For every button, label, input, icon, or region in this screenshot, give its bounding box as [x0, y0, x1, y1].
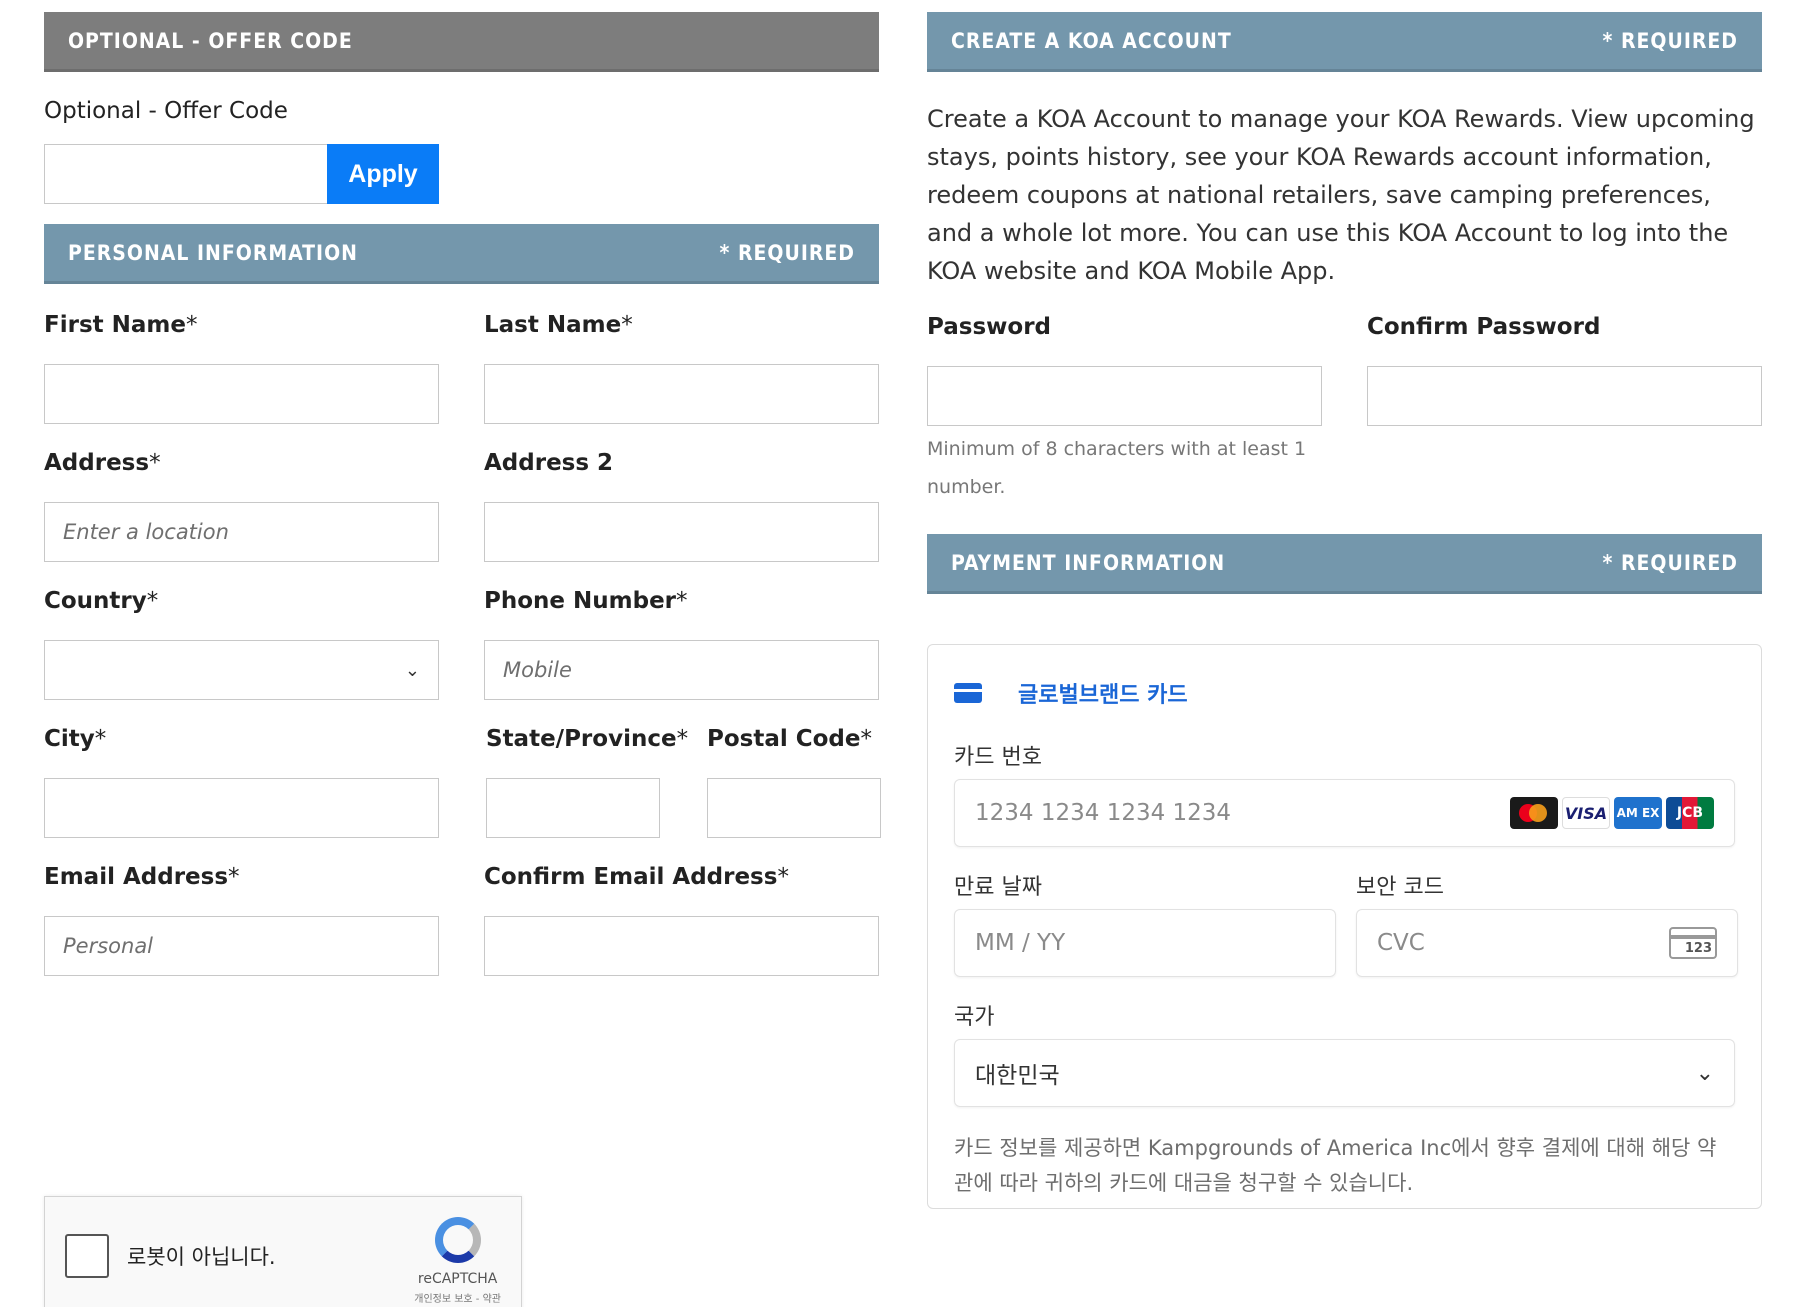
right-column: CREATE A KOA ACCOUNT * REQUIRED Create a…	[927, 12, 1762, 1209]
password-input[interactable]	[927, 366, 1322, 426]
email-field: Email Address* Personal	[44, 864, 439, 976]
recaptcha-label: 로봇이 아닙니다.	[127, 1245, 276, 1269]
card-number-label: 카드 번호	[954, 745, 1042, 770]
phone-field: Phone Number* Mobile	[484, 588, 879, 700]
recaptcha-terms-link[interactable]: 개인정보 보호 - 약관	[414, 1290, 501, 1305]
state-label: State/Province*	[486, 726, 689, 752]
address2-field: Address 2	[484, 450, 879, 562]
postal-input[interactable]	[707, 778, 881, 838]
confirm-email-label: Confirm Email Address*	[484, 864, 789, 890]
confirm-password-field: Confirm Password	[1367, 314, 1762, 506]
cvc-input[interactable]: CVC 123	[1356, 909, 1738, 977]
confirm-email-field: Confirm Email Address*	[484, 864, 879, 976]
password-field: Password Minimum of 8 characters with at…	[927, 314, 1322, 506]
phone-input[interactable]: Mobile	[484, 640, 879, 700]
first-name-label: First Name*	[44, 312, 198, 338]
last-name-input[interactable]	[484, 364, 879, 424]
postal-field: Postal Code*	[707, 726, 881, 838]
address-input[interactable]: Enter a location	[44, 502, 439, 562]
payment-terms-note: 카드 정보를 제공하면 Kampgrounds of America Inc에서…	[954, 1136, 1717, 1195]
email-row: Email Address* Personal Confirm Email Ad…	[44, 864, 879, 976]
expiry-label: 만료 날짜	[954, 875, 1042, 900]
state-field: State/Province*	[486, 726, 689, 838]
chevron-down-icon: ⌄	[404, 659, 420, 681]
address2-label: Address 2	[484, 450, 614, 476]
expiry-field: 만료 날짜 MM / YY	[954, 847, 1336, 977]
card-brands: VISA AM EX JCB	[1510, 797, 1714, 829]
phone-label: Phone Number*	[484, 588, 688, 614]
city-input[interactable]	[44, 778, 439, 838]
address-row: Address* Enter a location Address 2	[44, 450, 879, 562]
left-column: OPTIONAL - OFFER CODE Optional - Offer C…	[44, 12, 881, 976]
name-row: First Name* Last Name*	[44, 312, 879, 424]
cvc-card-icon: 123	[1669, 927, 1717, 959]
amex-icon: AM EX	[1614, 797, 1662, 829]
password-row: Password Minimum of 8 characters with at…	[927, 314, 1762, 506]
state-input[interactable]	[486, 778, 660, 838]
recaptcha-widget: 로봇이 아닙니다. reCAPTCHA 개인정보 보호 - 약관	[44, 1196, 522, 1307]
confirm-email-input[interactable]	[484, 916, 879, 976]
personal-info-title: PERSONAL INFORMATION	[68, 240, 358, 265]
offer-code-input[interactable]	[44, 144, 327, 204]
country-phone-row: Country* ⌄ Phone Number* Mobile	[44, 588, 879, 700]
apply-button[interactable]: Apply	[327, 144, 439, 204]
country-select[interactable]: ⌄	[44, 640, 439, 700]
expiry-cvc-row: 만료 날짜 MM / YY 보안 코드 CVC 123	[954, 847, 1738, 977]
postal-label: Postal Code*	[707, 726, 872, 752]
visa-icon: VISA	[1562, 797, 1610, 829]
address2-input[interactable]	[484, 502, 879, 562]
confirm-password-input[interactable]	[1367, 366, 1762, 426]
account-header-required: * REQUIRED	[1602, 28, 1738, 53]
last-name-field: Last Name*	[484, 312, 879, 424]
cvc-field: 보안 코드 CVC 123	[1356, 847, 1738, 977]
account-header-title: CREATE A KOA ACCOUNT	[951, 28, 1232, 53]
personal-info-header: PERSONAL INFORMATION * REQUIRED	[44, 224, 879, 284]
address-label: Address*	[44, 450, 161, 476]
offer-code-row: Apply	[44, 144, 879, 204]
email-input[interactable]: Personal	[44, 916, 439, 976]
payment-tab-label: 글로벌브랜드 카드	[1018, 683, 1188, 708]
expiry-input[interactable]: MM / YY	[954, 909, 1336, 977]
credit-card-icon	[954, 683, 982, 703]
recaptcha-icon	[434, 1217, 481, 1263]
password-label: Password	[927, 314, 1051, 340]
account-description: Create a KOA Account to manage your KOA …	[927, 105, 1755, 285]
account-header: CREATE A KOA ACCOUNT * REQUIRED	[927, 12, 1762, 72]
address-field: Address* Enter a location	[44, 450, 439, 562]
cvc-label: 보안 코드	[1356, 875, 1444, 900]
first-name-input[interactable]	[44, 364, 439, 424]
first-name-field: First Name*	[44, 312, 439, 424]
payment-element: 글로벌브랜드 카드 카드 번호 1234 1234 1234 1234 VISA…	[927, 644, 1762, 1209]
personal-info-required: * REQUIRED	[719, 240, 855, 265]
card-number-input[interactable]: 1234 1234 1234 1234 VISA AM EX JCB	[954, 779, 1735, 847]
payment-tab-card[interactable]: 글로벌브랜드 카드	[954, 677, 1735, 709]
city-row: City* State/Province* Postal Code*	[44, 726, 881, 838]
pay-country-label: 국가	[954, 1005, 995, 1030]
password-hint: Minimum of 8 characters with at least 1 …	[927, 438, 1307, 498]
recaptcha-brand: reCAPTCHA	[417, 1271, 498, 1287]
country-label: Country*	[44, 588, 159, 614]
offer-code-label: Optional - Offer Code	[44, 98, 288, 124]
confirm-password-label: Confirm Password	[1367, 314, 1601, 340]
jcb-icon: JCB	[1666, 797, 1714, 829]
payment-header-required: * REQUIRED	[1602, 550, 1738, 575]
offer-code-header: OPTIONAL - OFFER CODE	[44, 12, 879, 72]
city-label: City*	[44, 726, 107, 752]
last-name-label: Last Name*	[484, 312, 633, 338]
payment-header-title: PAYMENT INFORMATION	[951, 550, 1226, 575]
country-field: Country* ⌄	[44, 588, 439, 700]
email-label: Email Address*	[44, 864, 240, 890]
recaptcha-checkbox[interactable]	[65, 1234, 109, 1278]
recaptcha-logo: reCAPTCHA 개인정보 보호 - 약관	[414, 1217, 501, 1305]
chevron-down-icon: ⌄	[1695, 1060, 1714, 1086]
card-number-placeholder: 1234 1234 1234 1234	[975, 800, 1232, 826]
mastercard-icon	[1510, 797, 1558, 829]
pay-country-select[interactable]: 대한민국 ⌄	[954, 1039, 1735, 1107]
payment-header: PAYMENT INFORMATION * REQUIRED	[927, 534, 1762, 594]
city-field: City*	[44, 726, 439, 838]
offer-code-header-title: OPTIONAL - OFFER CODE	[68, 28, 353, 53]
